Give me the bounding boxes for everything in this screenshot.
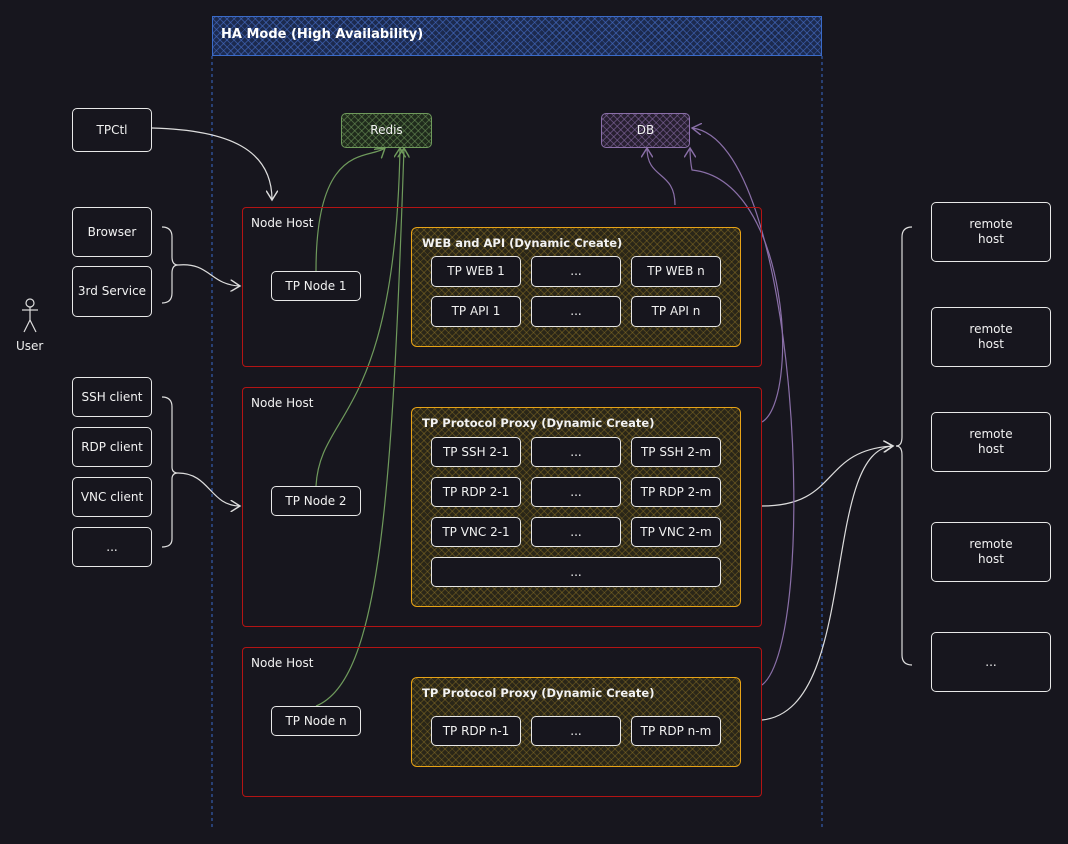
ha-header: HA Mode (High Availability) <box>212 16 822 56</box>
cell: TP VNC 2-m <box>631 517 721 547</box>
brace-remote <box>895 226 913 666</box>
cell: ... <box>531 256 621 287</box>
cell: TP WEB 1 <box>431 256 521 287</box>
cell: TP RDP n-1 <box>431 716 521 746</box>
web-api-group: WEB and API (Dynamic Create) <box>411 227 741 347</box>
edge-web-node1 <box>177 264 240 286</box>
remote-host: remote host <box>931 522 1051 582</box>
cell: TP WEB n <box>631 256 721 287</box>
cell: ... <box>531 716 621 746</box>
node-host-title: Node Host <box>251 656 314 670</box>
cell: ... <box>531 437 621 467</box>
edge-host1-db <box>647 148 676 206</box>
group-title: TP Protocol Proxy (Dynamic Create) <box>422 416 655 430</box>
remote-host: remote host <box>931 202 1051 262</box>
cell: ... <box>531 296 621 327</box>
user-label: User <box>16 339 44 353</box>
cell: TP VNC 2-1 <box>431 517 521 547</box>
ha-title: HA Mode (High Availability) <box>221 27 424 42</box>
tp-node-1: TP Node 1 <box>271 271 361 301</box>
cell: TP API 1 <box>431 296 521 327</box>
tp-node-n: TP Node n <box>271 706 361 736</box>
user-figure-icon <box>22 298 38 333</box>
cell: TP SSH 2-1 <box>431 437 521 467</box>
remote-host-more: ... <box>931 632 1051 692</box>
client-browser: Browser <box>72 207 152 257</box>
cell: TP RDP 2-m <box>631 477 721 507</box>
group-title: TP Protocol Proxy (Dynamic Create) <box>422 686 655 700</box>
remote-host: remote host <box>931 412 1051 472</box>
cell: ... <box>531 517 621 547</box>
cell: ... <box>531 477 621 507</box>
redis-node: Redis <box>341 113 432 148</box>
cell: TP RDP n-m <box>631 716 721 746</box>
client-more: ... <box>72 527 152 567</box>
client-vnc: VNC client <box>72 477 152 517</box>
edge-host3-remote <box>761 446 893 721</box>
cell: TP SSH 2-m <box>631 437 721 467</box>
node-host-title: Node Host <box>251 216 314 230</box>
edge-proto-node2 <box>177 472 240 506</box>
client-rdp: RDP client <box>72 427 152 467</box>
group-title: WEB and API (Dynamic Create) <box>422 236 623 250</box>
cell: TP RDP 2-1 <box>431 477 521 507</box>
tp-node-2: TP Node 2 <box>271 486 361 516</box>
remote-host: remote host <box>931 307 1051 367</box>
client-3rd-service: 3rd Service <box>72 266 152 317</box>
db-node: DB <box>601 113 690 148</box>
brace-proto-clients <box>161 396 179 548</box>
client-tpctl: TPCtl <box>72 108 152 152</box>
node-host-title: Node Host <box>251 396 314 410</box>
client-ssh: SSH client <box>72 377 152 417</box>
cell-wide: ... <box>431 557 721 587</box>
cell: TP API n <box>631 296 721 327</box>
brace-web-clients <box>161 226 179 304</box>
